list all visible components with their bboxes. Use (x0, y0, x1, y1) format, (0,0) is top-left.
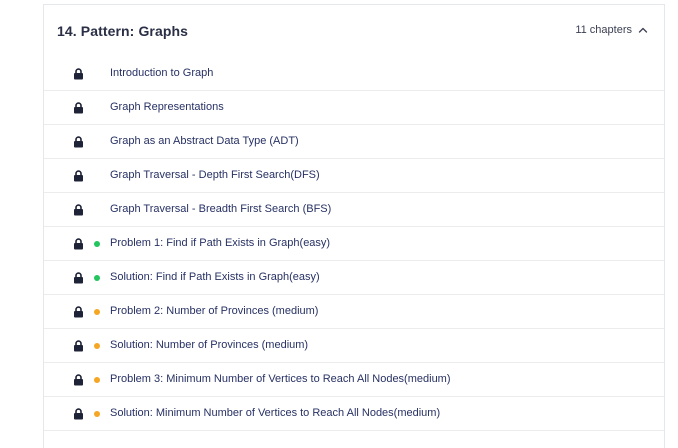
chapter-row[interactable]: Solution: Minimum Number of Vertices to … (44, 397, 664, 431)
chapter-label: Graph Traversal - Depth First Search(DFS… (110, 169, 320, 181)
lock-icon (74, 170, 83, 182)
lock-icon (74, 238, 83, 250)
chapter-row[interactable]: Problem 1: Find if Path Exists in Graph(… (44, 227, 664, 261)
chapter-label: Solution: Minimum Number of Vertices to … (110, 407, 441, 419)
lock-icon (74, 340, 83, 352)
lock-icon (74, 68, 83, 80)
chapter-label: Graph as an Abstract Data Type (ADT) (110, 135, 299, 147)
chapters-toggle[interactable]: 11 chapters (575, 24, 648, 36)
course-section-panel: 14. Pattern: Graphs 11 chapters Introduc… (43, 4, 665, 448)
lock-icon (74, 136, 83, 148)
lock-icon (74, 306, 83, 318)
difficulty-medium-dot (94, 309, 100, 315)
chapter-label: Solution: Find if Path Exists in Graph(e… (110, 271, 320, 283)
chapter-row[interactable]: Graph Traversal - Breadth First Search (… (44, 193, 664, 227)
page: 14. Pattern: Graphs 11 chapters Introduc… (0, 0, 678, 448)
chapter-row[interactable]: Graph Traversal - Depth First Search(DFS… (44, 159, 664, 193)
chapter-row[interactable]: Problem 3: Minimum Number of Vertices to… (44, 363, 664, 397)
chapter-label: Problem 1: Find if Path Exists in Graph(… (110, 237, 331, 249)
chapter-row[interactable]: Problem 2: Number of Provinces (medium) (44, 295, 664, 329)
chapter-list: Introduction to Graph Graph Representatio… (44, 57, 664, 431)
chapters-count: 11 chapters (575, 24, 632, 36)
section-header[interactable]: 14. Pattern: Graphs 11 chapters (44, 5, 664, 57)
chapter-label: Graph Traversal - Breadth First Search (… (110, 203, 332, 215)
chapter-label: Introduction to Graph (110, 67, 214, 79)
difficulty-easy-dot (94, 275, 100, 281)
chevron-up-icon (638, 27, 648, 33)
chapter-label: Graph Representations (110, 101, 224, 113)
chapter-label: Problem 3: Minimum Number of Vertices to… (110, 373, 451, 385)
chapter-row[interactable]: Solution: Find if Path Exists in Graph(e… (44, 261, 664, 295)
section-title: 14. Pattern: Graphs (57, 23, 189, 39)
difficulty-easy-dot (94, 241, 100, 247)
lock-icon (74, 102, 83, 114)
chapter-row[interactable]: Graph Representations (44, 91, 664, 125)
difficulty-medium-dot (94, 377, 100, 383)
lock-icon (74, 374, 83, 386)
chapter-label: Solution: Number of Provinces (medium) (110, 339, 309, 351)
chapter-row[interactable]: Introduction to Graph (44, 57, 664, 91)
difficulty-medium-dot (94, 343, 100, 349)
difficulty-medium-dot (94, 411, 100, 417)
lock-icon (74, 408, 83, 420)
lock-icon (74, 204, 83, 216)
chapter-row[interactable]: Graph as an Abstract Data Type (ADT) (44, 125, 664, 159)
chapter-row[interactable]: Solution: Number of Provinces (medium) (44, 329, 664, 363)
chapter-label: Problem 2: Number of Provinces (medium) (110, 305, 319, 317)
lock-icon (74, 272, 83, 284)
